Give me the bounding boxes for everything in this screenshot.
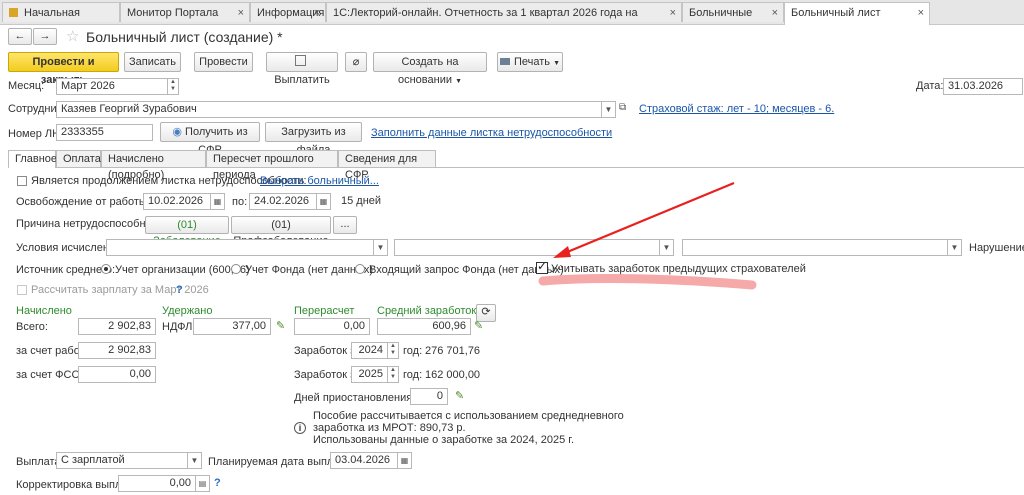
annotation-arrowhead <box>553 246 571 258</box>
annotation-overlay <box>538 181 757 290</box>
annotation-highlight <box>538 273 757 290</box>
annotation-arrow <box>559 181 735 257</box>
